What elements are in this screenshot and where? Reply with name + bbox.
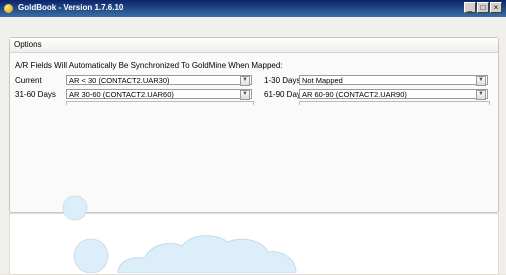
- window-content: Options A/R Fields Will Automatically Be…: [0, 17, 506, 275]
- options-header: Options: [10, 38, 498, 53]
- options-panel: Options A/R Fields Will Automatically Be…: [9, 37, 499, 213]
- days-61-90-select[interactable]: AR 60-90 (CONTACT2.UAR90) ▼: [299, 89, 488, 100]
- partial-select-right: [299, 101, 490, 105]
- partial-select-left: [66, 101, 254, 105]
- current-select-value: AR < 30 (CONTACT2.UAR30): [69, 76, 170, 85]
- days-31-60-label: 31-60 Days: [15, 90, 56, 99]
- window-title: GoldBook - Version 1.7.6.10: [18, 3, 124, 12]
- chevron-down-icon[interactable]: ▼: [240, 76, 250, 86]
- current-select[interactable]: AR < 30 (CONTACT2.UAR30) ▼: [66, 75, 252, 86]
- days-1-30-select[interactable]: Not Mapped ▼: [299, 75, 488, 86]
- sync-description: A/R Fields Will Automatically Be Synchro…: [15, 61, 283, 70]
- current-label: Current: [15, 76, 42, 85]
- days-1-30-select-value: Not Mapped: [302, 76, 343, 85]
- app-icon: [4, 4, 13, 13]
- decorative-frame: [9, 213, 499, 275]
- window-controls: _ □ ×: [464, 2, 502, 13]
- title-bar[interactable]: GoldBook - Version 1.7.6.10 _ □ ×: [0, 0, 506, 17]
- maximize-button[interactable]: □: [477, 2, 489, 13]
- days-61-90-select-value: AR 60-90 (CONTACT2.UAR90): [302, 90, 407, 99]
- days-1-30-label: 1-30 Days: [264, 76, 301, 85]
- chevron-down-icon[interactable]: ▼: [476, 90, 486, 100]
- close-button[interactable]: ×: [490, 2, 502, 13]
- minimize-button[interactable]: _: [464, 2, 476, 13]
- days-31-60-select[interactable]: AR 30-60 (CONTACT2.UAR60) ▼: [66, 89, 252, 100]
- days-31-60-select-value: AR 30-60 (CONTACT2.UAR60): [69, 90, 174, 99]
- chevron-down-icon[interactable]: ▼: [476, 76, 486, 86]
- chevron-down-icon[interactable]: ▼: [240, 90, 250, 100]
